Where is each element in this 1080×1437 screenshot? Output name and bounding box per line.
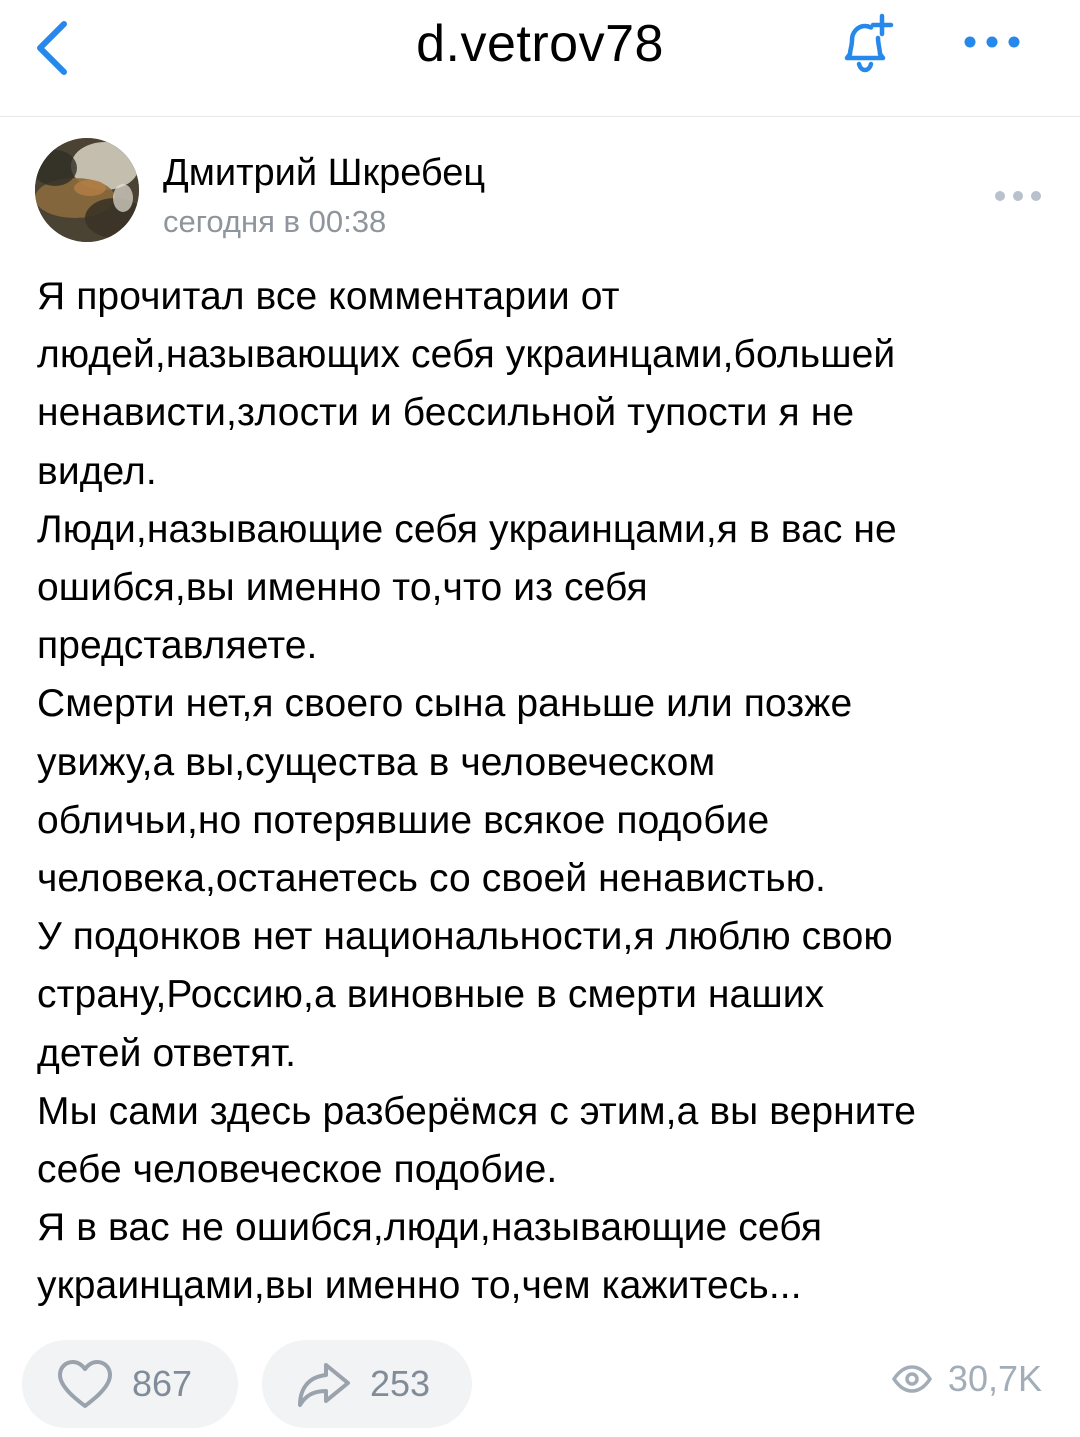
share-button[interactable]: 253 <box>262 1340 472 1428</box>
subscribe-notifications-button[interactable] <box>830 10 900 80</box>
post-actions: 867 253 30,7K <box>22 1340 1062 1430</box>
author-name[interactable]: Дмитрий Шкребец <box>163 152 485 195</box>
eye-icon <box>891 1365 932 1393</box>
post-more-button[interactable] <box>993 188 1043 204</box>
post-text: Я прочитал все комментарии от людей,назы… <box>37 275 917 1308</box>
more-horizontal-icon <box>964 36 1020 48</box>
avatar[interactable] <box>35 138 139 242</box>
post-timestamp: сегодня в 00:38 <box>163 204 387 239</box>
views-counter: 30,7K <box>891 1358 1042 1400</box>
bell-plus-icon <box>844 13 894 73</box>
top-navigation-bar: d.vetrov78 <box>0 0 1080 117</box>
avatar-photo <box>35 138 139 242</box>
post-author: Дмитрий Шкребец сегодня в 00:38 <box>35 138 1045 248</box>
page-title: d.vetrov78 <box>416 15 664 73</box>
heart-icon <box>58 1360 112 1408</box>
share-count: 253 <box>370 1363 431 1404</box>
share-arrow-icon <box>298 1363 350 1407</box>
like-count: 867 <box>132 1363 193 1404</box>
views-count: 30,7K <box>947 1358 1042 1399</box>
more-horizontal-icon <box>995 191 1041 201</box>
header-more-button[interactable] <box>960 30 1024 54</box>
like-button[interactable]: 867 <box>22 1340 238 1428</box>
